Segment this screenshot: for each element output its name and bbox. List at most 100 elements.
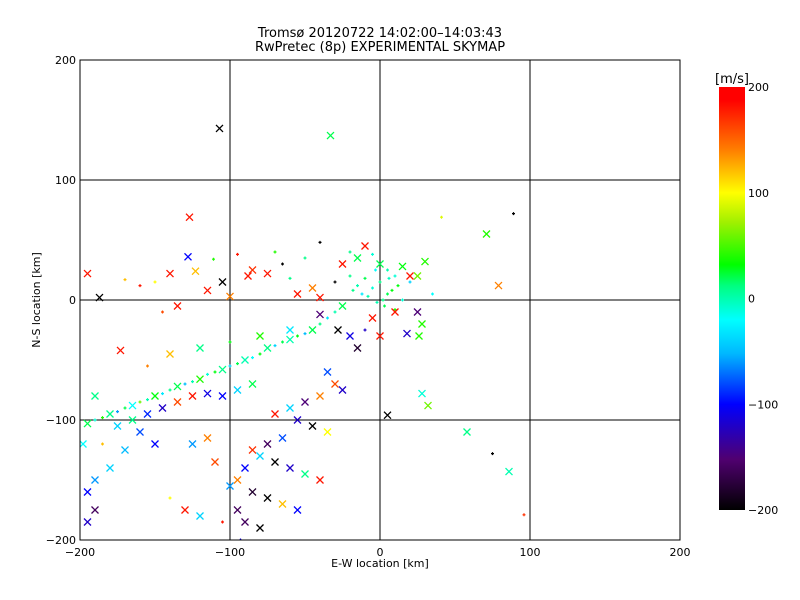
cross-marker — [418, 389, 426, 398]
cross-marker — [398, 262, 407, 271]
cross-marker — [83, 419, 92, 428]
cross-marker — [308, 284, 317, 292]
cross-marker — [113, 422, 122, 430]
cross-marker — [316, 310, 324, 319]
cross-marker — [326, 131, 335, 140]
cross-marker — [271, 410, 279, 418]
cross-marker — [286, 335, 294, 344]
cross-marker — [203, 286, 212, 295]
x-axis-label: E-W location [km] — [331, 557, 429, 570]
plus-marker — [273, 344, 277, 348]
cross-marker — [128, 401, 137, 410]
plus-marker — [161, 310, 164, 314]
y-axis-label: N-S location [km] — [30, 252, 43, 348]
plus-marker — [351, 288, 355, 292]
cross-marker — [158, 404, 167, 412]
grid-lines — [80, 60, 680, 540]
plus-marker — [101, 416, 104, 420]
plus-marker — [512, 212, 515, 216]
plus-marker — [360, 292, 364, 296]
cross-marker — [241, 464, 249, 472]
plus-marker — [138, 400, 142, 404]
cross-marker — [185, 213, 194, 222]
colorbar-tick-label: 100 — [748, 187, 769, 200]
colorbar-ticks: 200 100 0 −100 −200 — [748, 81, 778, 517]
cross-marker — [203, 434, 212, 442]
plus-marker — [393, 274, 397, 278]
skymap-chart: −200 −100 0 100 200 −200 −100 0 100 200 E-W locat… — [30, 54, 778, 570]
plus-marker — [101, 442, 104, 446]
y-tick-label: −200 — [46, 534, 76, 547]
plus-marker — [401, 298, 404, 302]
cross-marker — [233, 476, 242, 484]
cross-marker — [241, 518, 249, 526]
cross-marker — [353, 254, 362, 262]
cross-marker — [196, 375, 204, 384]
plus-marker — [366, 294, 370, 298]
cross-marker — [80, 440, 87, 448]
plus-marker — [93, 418, 97, 422]
cross-marker — [233, 386, 242, 394]
plus-marker — [318, 322, 322, 326]
plus-marker — [381, 298, 385, 302]
cross-marker — [106, 464, 114, 472]
plus-marker — [213, 370, 217, 374]
cross-marker — [248, 380, 257, 388]
cross-marker — [505, 467, 513, 476]
plus-marker — [161, 392, 164, 396]
cross-marker — [293, 506, 302, 514]
cross-marker — [263, 269, 272, 278]
cross-marker — [494, 281, 503, 290]
plus-marker — [168, 496, 172, 500]
cross-marker — [91, 506, 99, 514]
cross-marker — [263, 440, 272, 448]
cross-marker — [218, 365, 227, 374]
y-tick-label: −100 — [46, 414, 76, 427]
cross-marker — [263, 494, 272, 502]
cross-marker — [368, 314, 377, 322]
cross-marker — [421, 257, 429, 266]
cross-marker — [83, 518, 92, 526]
cross-marker — [338, 260, 347, 268]
cross-marker — [323, 368, 332, 376]
cross-marker — [83, 269, 92, 278]
cross-marker — [271, 458, 279, 466]
plus-marker — [138, 284, 142, 288]
cross-marker — [331, 380, 339, 388]
plus-marker — [386, 268, 389, 272]
cross-marker — [286, 326, 294, 334]
plus-marker — [363, 276, 367, 280]
cross-marker — [215, 124, 224, 133]
cross-marker — [482, 230, 491, 238]
plus-marker — [228, 340, 232, 344]
plus-marker — [326, 316, 329, 320]
plus-marker — [258, 352, 262, 356]
colorbar-tick-label: −200 — [748, 504, 778, 517]
plus-marker — [371, 252, 374, 256]
cross-marker — [83, 488, 92, 496]
cross-marker — [361, 242, 369, 250]
cross-marker — [151, 392, 159, 400]
cross-marker — [188, 392, 197, 400]
y-tick-label: 0 — [69, 294, 76, 307]
cross-marker — [184, 252, 192, 261]
plus-marker — [212, 257, 215, 261]
cross-marker — [173, 302, 182, 310]
cross-marker — [308, 326, 317, 334]
plus-marker — [383, 304, 386, 308]
cross-marker — [218, 392, 227, 400]
cross-marker — [338, 302, 347, 310]
cross-marker — [353, 344, 362, 352]
plus-marker — [396, 284, 400, 288]
plus-marker — [522, 513, 526, 517]
cross-marker — [316, 392, 324, 400]
cross-marker — [191, 267, 200, 276]
cross-marker — [463, 428, 471, 436]
plus-marker — [318, 240, 322, 244]
cross-marker — [241, 356, 249, 364]
axis-ticks: −200 −100 0 100 200−200−1000100200 — [46, 54, 691, 559]
x-tick-label: 200 — [670, 546, 691, 559]
plus-marker — [303, 332, 307, 336]
cross-marker — [338, 386, 347, 394]
y-tick-label: 100 — [55, 174, 76, 187]
